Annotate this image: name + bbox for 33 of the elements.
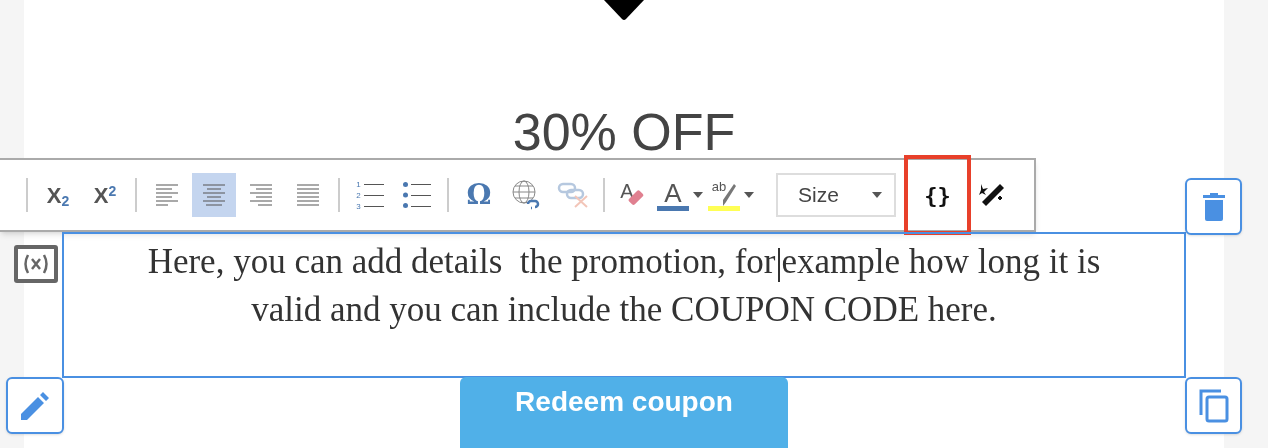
- align-button[interactable]: [192, 173, 236, 217]
- lines-icon: [364, 183, 384, 207]
- copy-icon: [1198, 388, 1229, 423]
- globe-link-icon: [512, 180, 540, 210]
- size-dropdown[interactable]: Size: [776, 173, 896, 217]
- align-justify-icon: [296, 184, 320, 206]
- duplicate-button[interactable]: [1185, 377, 1242, 434]
- trash-icon: [1202, 192, 1225, 221]
- align-left-icon: [155, 184, 179, 206]
- script-button[interactable]: X$_{2}$: [36, 173, 80, 217]
- variable-icon: [18, 249, 54, 279]
- caret-icon: [744, 192, 754, 198]
- magic-wand-icon: [978, 182, 1004, 208]
- special-character-button[interactable]: Ω: [457, 173, 501, 217]
- text-color-button[interactable]: A: [656, 173, 704, 217]
- variable-badge[interactable]: [14, 245, 58, 283]
- unlink-icon: [557, 182, 589, 208]
- script-button[interactable]: X$^{2}$: [83, 173, 127, 217]
- pencil-icon: [21, 391, 49, 420]
- edit-button[interactable]: [6, 377, 64, 434]
- variables-button[interactable]: {}: [904, 155, 971, 235]
- bullets-icon: [403, 182, 408, 208]
- highlight-button[interactable]: ab: [707, 173, 755, 217]
- caret-icon: [872, 192, 882, 198]
- promotion-text: Here, you can add details the promotion, for example how long it is valid and you can include the COUPON CODE here.: [146, 241, 1102, 331]
- align-right-icon: [249, 184, 273, 206]
- triangle-icon: [604, 0, 644, 20]
- numbered-list-button[interactable]: 1 2 3: [348, 173, 392, 217]
- caret-icon: [693, 192, 703, 198]
- delete-button[interactable]: [1185, 178, 1242, 235]
- offer-heading: 30% OFF: [512, 102, 736, 162]
- lines-icon: [411, 183, 431, 207]
- align-center-icon: [202, 184, 226, 206]
